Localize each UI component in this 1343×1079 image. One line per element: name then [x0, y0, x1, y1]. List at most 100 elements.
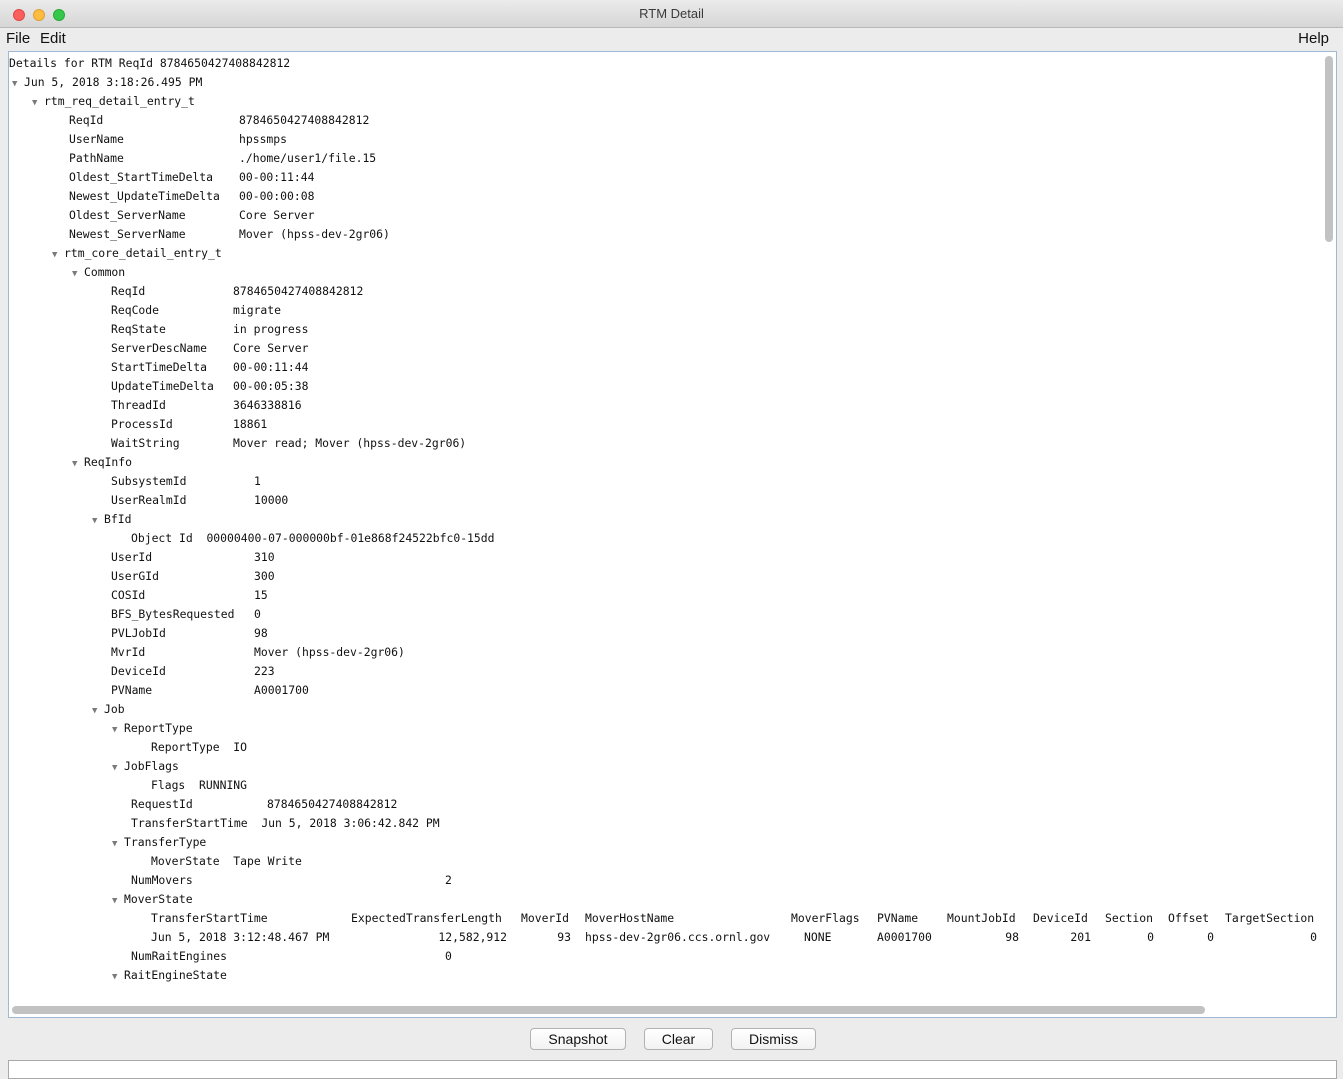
tree-field-req[interactable]: Oldest_ServerName Core Server [69, 206, 314, 225]
table-header-cell[interactable]: MoverFlags [791, 909, 860, 928]
expand-arrow-icon[interactable]: ▼ [52, 246, 64, 265]
expand-arrow-icon[interactable]: ▼ [72, 455, 84, 474]
field-value: Mover (hpss-dev-2gr06) [254, 645, 405, 659]
field-value: ./home/user1/file.15 [239, 151, 377, 165]
tree-field-common[interactable]: ServerDescName Core Server [111, 339, 308, 358]
tree-field-req[interactable]: ReqId 8784650427408842812 [69, 111, 369, 130]
tree-field-transferstarttime[interactable]: TransferStartTime Jun 5, 2018 3:06:42.84… [131, 814, 440, 833]
menu-edit[interactable]: Edit [40, 30, 66, 47]
tree-field-req[interactable]: UserName hpssmps [69, 130, 287, 149]
tree-node-raitenginestate[interactable]: ▼ RaitEngineState [112, 966, 227, 985]
table-header-cell[interactable]: TransferStartTime [151, 909, 268, 928]
table-header-cell[interactable]: MoverHostName [585, 909, 674, 928]
field-key: ReqId [111, 284, 146, 298]
tree-field-common[interactable]: ThreadId 3646338816 [111, 396, 302, 415]
tree-field-reqinfo[interactable]: BFS_BytesRequested 0 [111, 605, 261, 624]
tree-field-reqinfo[interactable]: PVName A0001700 [111, 681, 309, 700]
tree-field-common[interactable]: WaitString Mover read; Mover (hpss-dev-2g… [111, 434, 466, 453]
tree-field-common[interactable]: StartTimeDelta 00-00:11:44 [111, 358, 308, 377]
tree-node-common[interactable]: ▼ Common [72, 263, 125, 282]
field-key: ReqId [69, 113, 104, 127]
field-key: Oldest_StartTimeDelta [69, 170, 214, 184]
field-key: UserName [69, 132, 124, 146]
field-key: UpdateTimeDelta [111, 379, 214, 393]
tree-field-reqinfo[interactable]: UserGId 300 [111, 567, 275, 586]
tree-field-flags[interactable]: Flags RUNNING [151, 776, 247, 795]
dismiss-button[interactable]: Dismiss [731, 1028, 816, 1050]
tree-field-reqinfo[interactable]: SubsystemId 1 [111, 472, 261, 491]
detail-tree-panel[interactable]: Details for RTM ReqId 878465042740884281… [8, 51, 1337, 1018]
table-header-cell[interactable]: TargetSection [1225, 909, 1314, 928]
tree-field-requestid[interactable]: RequestId 8784650427408842812 [131, 795, 397, 814]
tree-field-numraitengines[interactable]: NumRaitEngines 0 [131, 947, 452, 966]
field-value: 00-00:11:44 [239, 170, 315, 184]
title-bar: RTM Detail [0, 0, 1343, 28]
table-cell: NONE [804, 930, 832, 944]
tree-node-bfid[interactable]: ▼ BfId [92, 510, 131, 529]
expand-arrow-icon[interactable]: ▼ [112, 835, 124, 854]
menu-help[interactable]: Help [1298, 30, 1329, 47]
table-header-cell[interactable]: MoverId [521, 909, 569, 928]
tree-field-req[interactable]: Oldest_StartTimeDelta 00-00:11:44 [69, 168, 314, 187]
tree-field-nummovers[interactable]: NumMovers 2 [131, 871, 452, 890]
tree-field-moverstate[interactable]: MoverState Tape Write [151, 852, 302, 871]
tree-field-common[interactable]: ReqState in progress [111, 320, 308, 339]
field-key: MvrId [111, 645, 146, 659]
tree-node-transfertype[interactable]: ▼ TransferType [112, 833, 206, 852]
table-cell: 93 [557, 930, 571, 944]
table-header-cell[interactable]: ExpectedTransferLength [351, 909, 502, 928]
tree-field-common[interactable]: UpdateTimeDelta 00-00:05:38 [111, 377, 308, 396]
tree-field-req[interactable]: PathName ./home/user1/file.15 [69, 149, 376, 168]
snapshot-button[interactable]: Snapshot [530, 1028, 626, 1050]
tree-node-moverstate[interactable]: ▼ MoverState [112, 890, 193, 909]
tree-node-req-entry[interactable]: ▼ rtm_req_detail_entry_t [32, 92, 195, 111]
tree-field-req[interactable]: Newest_ServerName Mover (hpss-dev-2gr06) [69, 225, 390, 244]
expand-arrow-icon[interactable]: ▼ [32, 94, 44, 113]
table-header-cell[interactable]: Section [1105, 909, 1153, 928]
table-cell: hpss-dev-2gr06.ccs.ornl.gov [585, 930, 771, 944]
table-cell: Jun 5, 2018 3:12:48.467 PM [151, 930, 330, 944]
table-header-cell[interactable]: DeviceId [1033, 909, 1088, 928]
table-cell: 98 [1005, 930, 1019, 944]
tree-node-timestamp[interactable]: ▼ Jun 5, 2018 3:18:26.495 PM [12, 73, 202, 92]
tree-node-core-entry[interactable]: ▼ rtm_core_detail_entry_t [52, 244, 222, 263]
tree-field-reqinfo[interactable]: UserId 310 [111, 548, 275, 567]
tree-field-object-id[interactable]: Object Id 00000400-07-000000bf-01e868f24… [131, 529, 494, 548]
field-value: in progress [233, 322, 309, 336]
tree-field-req[interactable]: Newest_UpdateTimeDelta 00-00:00:08 [69, 187, 314, 206]
tree-field-reqinfo[interactable]: COSId 15 [111, 586, 268, 605]
field-value: 300 [254, 569, 275, 583]
tree-node-jobflags[interactable]: ▼ JobFlags [112, 757, 179, 776]
horizontal-scrollbar[interactable] [12, 1006, 1205, 1014]
field-value: Mover read; Mover (hpss-dev-2gr06) [233, 436, 467, 450]
tree-node-job[interactable]: ▼ Job [92, 700, 125, 719]
tree-field-common[interactable]: ProcessId 18861 [111, 415, 267, 434]
table-header-cell[interactable]: MountJobId [947, 909, 1016, 928]
expand-arrow-icon[interactable]: ▼ [112, 759, 124, 778]
tree-field-common[interactable]: ReqCode migrate [111, 301, 281, 320]
field-key: PathName [69, 151, 124, 165]
field-value: migrate [233, 303, 282, 317]
table-cell: 0 [1207, 930, 1214, 944]
table-header-cell[interactable]: PVName [877, 909, 918, 928]
tree-node-reqinfo[interactable]: ▼ ReqInfo [72, 453, 132, 472]
expand-arrow-icon[interactable]: ▼ [92, 702, 104, 721]
clear-button[interactable]: Clear [644, 1028, 713, 1050]
window-title: RTM Detail [639, 6, 704, 21]
tree-field-reqinfo[interactable]: MvrId Mover (hpss-dev-2gr06) [111, 643, 405, 662]
tree-node-reporttype[interactable]: ▼ ReportType [112, 719, 193, 738]
tree-field-reqinfo[interactable]: PVLJobId 98 [111, 624, 268, 643]
expand-arrow-icon[interactable]: ▼ [92, 512, 104, 531]
tree-field-common[interactable]: ReqId 8784650427408842812 [111, 282, 363, 301]
expand-arrow-icon[interactable]: ▼ [72, 265, 84, 284]
table-header-cell[interactable]: Offset [1168, 909, 1209, 928]
vertical-scrollbar[interactable] [1325, 56, 1333, 242]
tree-field-reqinfo[interactable]: UserRealmId 10000 [111, 491, 288, 510]
expand-arrow-icon[interactable]: ▼ [112, 968, 124, 987]
tree-field-reporttype[interactable]: ReportType IO [151, 738, 247, 757]
expand-arrow-icon[interactable]: ▼ [12, 75, 24, 94]
expand-arrow-icon[interactable]: ▼ [112, 721, 124, 740]
tree-field-reqinfo[interactable]: DeviceId 223 [111, 662, 275, 681]
menu-file[interactable]: File [6, 30, 30, 47]
field-value: 00-00:00:08 [239, 189, 315, 203]
